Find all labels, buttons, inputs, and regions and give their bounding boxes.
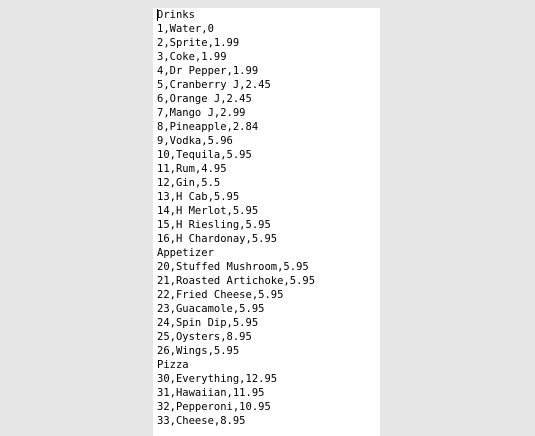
text-line: 7,Mango J,2.99 — [157, 107, 246, 119]
text-line: 3,Coke,1.99 — [157, 51, 227, 63]
text-line: 32,Pepperoni,10.95 — [157, 401, 271, 413]
text-line: 12,Gin,5.5 — [157, 177, 221, 189]
text-line: 13,H Cab,5.95 — [157, 191, 240, 203]
text-line: 22,Fried Cheese,5.95 — [157, 289, 284, 301]
text-line: 4,Dr Pepper,1.99 — [157, 65, 259, 77]
text-line: 25,Oysters,8.95 — [157, 331, 252, 343]
text-line: 14,H Merlot,5.95 — [157, 205, 259, 217]
text-line: 15,H Riesling,5.95 — [157, 219, 271, 231]
text-line: 2,Sprite,1.99 — [157, 37, 240, 49]
text-line: 10,Tequila,5.95 — [157, 149, 252, 161]
text-line: 1,Water,0 — [157, 23, 214, 35]
text-line: Drinks — [157, 9, 195, 21]
text-line: 8,Pineapple,2.84 — [157, 121, 259, 133]
text-line: 6,Orange J,2.45 — [157, 93, 252, 105]
text-editor-area[interactable]: Drinks 1,Water,0 2,Sprite,1.99 3,Coke,1.99 4… — [153, 8, 380, 436]
text-lines: Drinks 1,Water,0 2,Sprite,1.99 3,Coke,1.99 4… — [157, 8, 315, 428]
text-line: 5,Cranberry J,2.45 — [157, 79, 271, 91]
text-line: 31,Hawaiian,11.95 — [157, 387, 265, 399]
text-line: 23,Guacamole,5.95 — [157, 303, 265, 315]
text-line: 16,H Chardonay,5.95 — [157, 233, 278, 245]
text-line: 20,Stuffed Mushroom,5.95 — [157, 261, 309, 273]
text-line: 26,Wings,5.95 — [157, 345, 240, 357]
text-line: Appetizer — [157, 247, 214, 259]
text-line: 30,Everything,12.95 — [157, 373, 278, 385]
text-line: Pizza — [157, 359, 189, 371]
text-line: 21,Roasted Artichoke,5.95 — [157, 275, 316, 287]
text-line: 33,Cheese,8.95 — [157, 415, 246, 427]
text-line: 9,Vodka,5.96 — [157, 135, 233, 147]
text-line: 11,Rum,4.95 — [157, 163, 227, 175]
text-line: 24,Spin Dip,5.95 — [157, 317, 259, 329]
